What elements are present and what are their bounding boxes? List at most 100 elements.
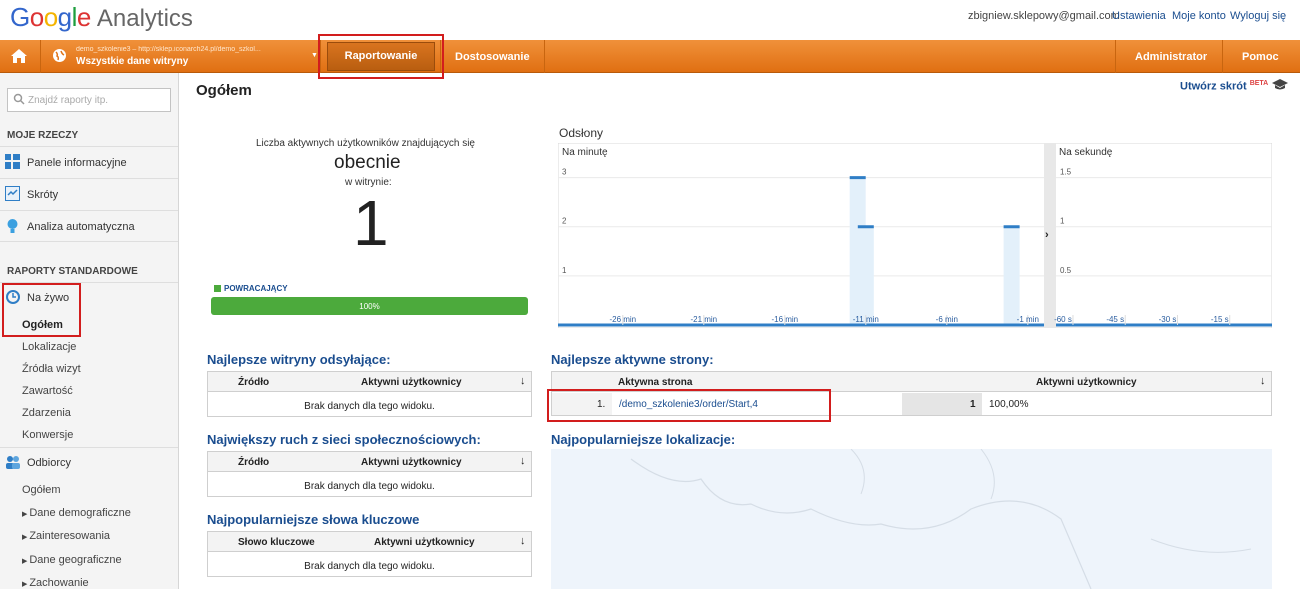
sidebar-item-label: Analiza automatyczna [27,221,135,233]
highlight-reports [318,34,444,79]
returning-percent: 100% [359,302,380,311]
sidebar-item-audience-overview[interactable]: Ogółem [22,484,61,496]
active-users-now: obecnie [334,152,401,173]
y-tick-label: 0.5 [1060,266,1072,275]
col-active-users[interactable]: Aktywni użytkownicy [361,457,462,468]
table-header: Źródło Aktywni użytkownicy ↓ [208,452,531,472]
col-active-users[interactable]: Aktywni użytkownicy [374,537,475,548]
y-tick-label: 3 [562,168,567,177]
sidebar-item-interests[interactable]: ▶ Zainteresowania [22,530,110,542]
locations-map[interactable] [551,449,1272,589]
sidebar-item-label: Skróty [27,189,59,201]
sort-arrow-icon[interactable]: ↓ [1260,375,1266,387]
per-second-label: Na sekundę [1059,147,1113,158]
search-placeholder: Znajdź raporty itp. [28,95,109,106]
sidebar-item-label: Panele informacyjne [27,157,127,169]
col-source[interactable]: Źródło [238,377,269,388]
map-outline [630,449,1252,589]
logout-link[interactable]: Wyloguj się [1230,10,1286,22]
y-tick-label: 2 [562,217,567,226]
site-url: demo_szkolenie3 – http://sklep.iconarch2… [76,46,261,53]
x-tick-label: -21 min [690,315,717,324]
col-active-users[interactable]: Aktywni użytkownicy [1036,377,1137,388]
sidebar-item-geo[interactable]: ▶ Dane geograficzne [22,554,122,566]
main-navbar: demo_szkolenie3 – http://sklep.iconarch2… [0,40,1300,73]
x-tick-label: -30 s [1159,315,1177,324]
sort-arrow-icon[interactable]: ↓ [520,455,526,467]
admin-link[interactable]: Administrator [1135,51,1207,63]
tab-customize[interactable]: Dostosowanie [455,51,530,63]
keywords-table: Słowo kluczowe Aktywni użytkownicy ↓ Bra… [207,531,532,577]
graduation-cap-icon[interactable] [1272,78,1288,96]
y-tick-label: 1.5 [1060,168,1072,177]
sidebar-item-events[interactable]: Zdarzenia [22,407,71,419]
my-account-link[interactable]: Moje konto [1172,10,1226,22]
pageviews-chart: 1 2 3 -26 min -21 min -16 min -11 min -6 min -1 … [557,142,1273,329]
sidebar-item-demographics[interactable]: ▶ Dane demograficzne [22,507,131,519]
top-header: Google Analytics zbigniew.sklepowy@gmail.… [0,0,1300,40]
home-icon[interactable] [10,47,28,65]
sidebar-item-shortcuts[interactable]: Skróty [0,178,178,209]
returning-label: POWRACAJĄCY [224,284,288,293]
beta-badge: BETA [1249,80,1269,87]
sidebar-item-conversions[interactable]: Konwersje [22,429,73,441]
col-active-page[interactable]: Aktywna strona [618,377,692,388]
y-tick-label: 1 [562,266,567,275]
page-title: Ogółem [196,82,252,99]
sidebar-item-content[interactable]: Zawartość [22,385,73,397]
row-users: 1 [970,399,976,410]
keywords-title: Najpopularniejsze słowa kluczowe [207,512,420,527]
sidebar-item-locations[interactable]: Lokalizacje [22,341,76,353]
chevron-down-icon[interactable]: ▼ [311,52,318,59]
lightbulb-icon [5,218,20,233]
sort-arrow-icon[interactable]: ↓ [520,375,526,387]
active-pages-title: Najlepsze aktywne strony: [551,352,714,367]
col-keyword[interactable]: Słowo kluczowe [238,537,315,548]
social-title: Największy ruch z sieci społecznościowyc… [207,432,481,447]
col-active-users[interactable]: Aktywni użytkownicy [361,377,462,388]
standard-reports-title: RAPORTY STANDARDOWE [7,266,138,277]
chevron-right-icon[interactable]: › [1045,229,1049,241]
search-input[interactable]: Znajdź raporty itp. [7,88,171,112]
referrals-table: Źródło Aktywni użytkownicy ↓ Brak danych… [207,371,532,417]
y-tick-label: 1 [1060,217,1065,226]
returning-legend-swatch [214,285,221,292]
x-tick-label: -60 s [1054,315,1072,324]
sidebar: Znajdź raporty itp. MOJE RZECZY Panele i… [0,73,179,589]
chart-frame [557,142,1273,329]
x-tick-label: -6 min [936,315,958,324]
highlight-realtime [2,283,81,337]
x-tick-label: -16 min [771,315,798,324]
shortcuts-icon [5,186,20,201]
bar-area [857,226,874,325]
globe-icon [52,48,67,63]
google-analytics-logo[interactable]: Google Analytics [10,2,193,33]
table-header: Słowo kluczowe Aktywni użytkownicy ↓ [208,532,531,552]
x-tick-label: -26 min [609,315,636,324]
pageviews-chart-svg: 1 2 3 -26 min -21 min -16 min -11 min -6 min -1 … [557,142,1273,329]
sidebar-item-audience[interactable]: Odbiorcy [27,457,71,469]
sidebar-item-traffic-sources[interactable]: Źródła wizyt [22,363,81,375]
empty-message: Brak danych dla tego widoku. [304,561,435,572]
locations-title: Najpopularniejsze lokalizacje: [551,432,736,447]
sidebar-item-dashboards[interactable]: Panele informacyjne [0,146,178,177]
user-email: zbigniew.sklepowy@gmail.com [968,10,1120,22]
per-minute-label: Na minutę [562,147,608,158]
active-users-count: 1 [353,187,389,259]
sidebar-item-intelligence[interactable]: Analiza automatyczna [0,210,178,241]
site-selector[interactable]: Wszystkie dane witryny [76,56,188,67]
create-shortcut-link[interactable]: Utwórz skrót BETA [1180,80,1268,93]
help-link[interactable]: Pomoc [1242,51,1279,63]
returning-progress-bar: 100% [211,297,528,315]
x-tick-label: -1 min [1017,315,1039,324]
settings-link[interactable]: Ustawienia [1112,10,1166,22]
search-icon [13,93,25,108]
empty-message: Brak danych dla tego widoku. [304,401,435,412]
row-percent: 100,00% [989,399,1029,410]
empty-message: Brak danych dla tego widoku. [304,481,435,492]
sort-arrow-icon[interactable]: ↓ [520,535,526,547]
social-table: Źródło Aktywni użytkownicy ↓ Brak danych… [207,451,532,497]
col-source[interactable]: Źródło [238,457,269,468]
highlight-active-page [547,389,831,422]
sidebar-item-behavior[interactable]: ▶ Zachowanie [22,577,89,589]
